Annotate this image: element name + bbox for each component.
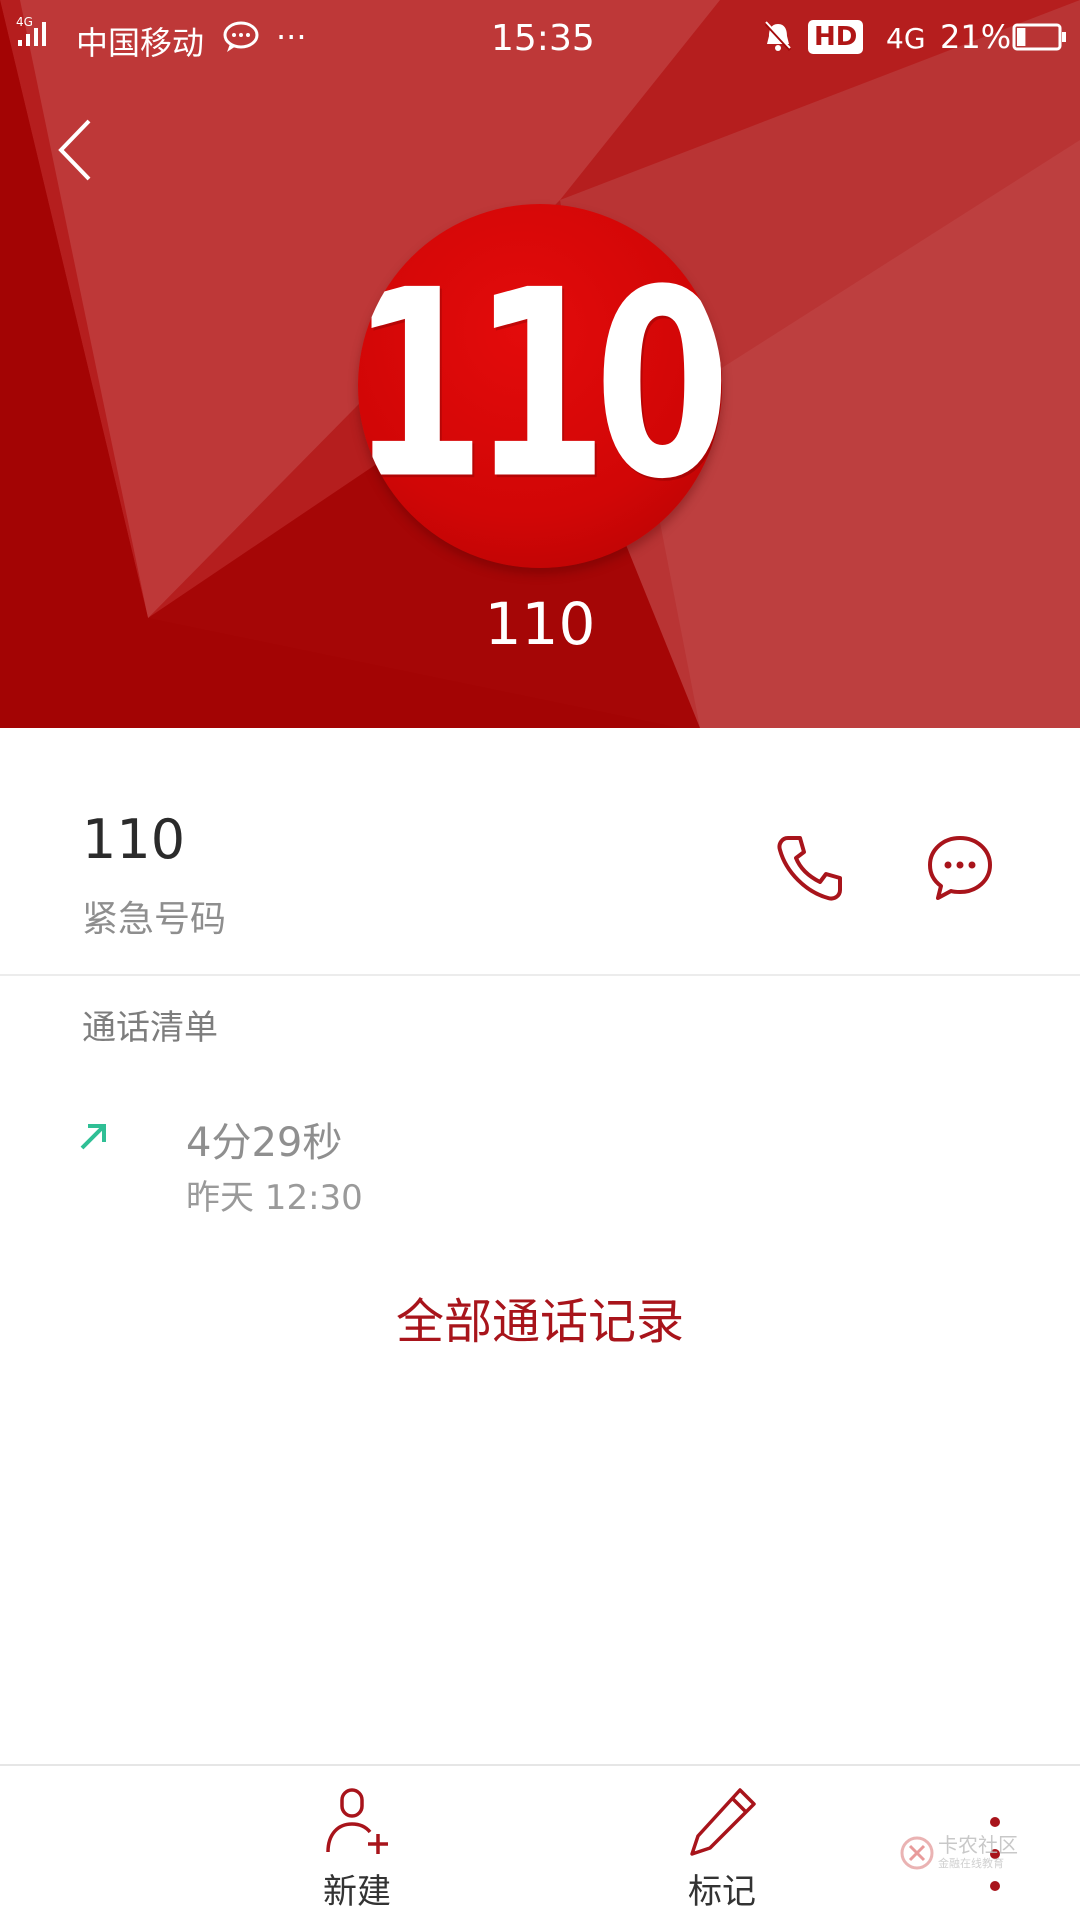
- bell-muted-icon: [762, 20, 794, 54]
- status-bar: 4G 中国移动 ··· 15:35 HD 4G 21%: [0, 0, 1080, 78]
- avatar-text: 110: [358, 235, 722, 537]
- call-button[interactable]: [770, 828, 850, 908]
- new-contact-label: 新建: [323, 1872, 391, 1912]
- call-time: 昨天 12:30: [186, 1178, 363, 1218]
- hd-badge: HD: [808, 20, 864, 54]
- new-contact-button[interactable]: 新建: [287, 1786, 427, 1916]
- message-bubble-icon: [222, 20, 260, 54]
- contact-header: 4G 中国移动 ··· 15:35 HD 4G 21% 110 110: [0, 0, 1080, 728]
- battery-icon: [1012, 22, 1068, 52]
- watermark: 卡农社区 金融在线教育: [900, 1830, 1020, 1876]
- avatar: 110: [358, 204, 722, 568]
- mark-label: 标记: [688, 1872, 756, 1912]
- contact-info-row: 110 紧急号码: [0, 728, 1080, 976]
- contact-name-title: 110: [484, 590, 596, 658]
- call-log-title: 通话清单: [82, 1008, 218, 1048]
- carrier-name: 中国移动: [76, 24, 205, 62]
- status-more: ···: [276, 18, 307, 56]
- contact-number: 110: [82, 808, 186, 871]
- outgoing-arrow-icon: [80, 1124, 106, 1150]
- battery-fill: [1017, 28, 1026, 46]
- watermark-text: 卡农社区: [938, 1833, 1018, 1857]
- chevron-left-icon: [58, 119, 91, 181]
- signal-icon: 4G: [16, 16, 62, 50]
- call-duration: 4分29秒: [186, 1120, 343, 1166]
- add-contact-icon: [326, 1788, 388, 1854]
- mark-button[interactable]: 标记: [652, 1786, 792, 1916]
- battery-percent: 21%: [940, 18, 1012, 56]
- watermark-logo-icon: [900, 1836, 934, 1870]
- contact-label: 紧急号码: [82, 899, 227, 940]
- network-type: 4G: [886, 22, 926, 55]
- message-button[interactable]: [920, 828, 1000, 908]
- message-icon: [928, 836, 992, 900]
- clock: 15:35: [491, 18, 595, 59]
- watermark-subtext: 金融在线教育: [938, 1857, 1004, 1870]
- phone-icon: [777, 836, 842, 901]
- back-button[interactable]: [40, 110, 110, 190]
- pencil-icon: [690, 1788, 756, 1856]
- call-log-entry[interactable]: 4分29秒 昨天 12:30: [0, 1100, 1080, 1230]
- network-badge: 4G: [16, 16, 33, 29]
- all-call-records-link[interactable]: 全部通话记录: [0, 1282, 1080, 1352]
